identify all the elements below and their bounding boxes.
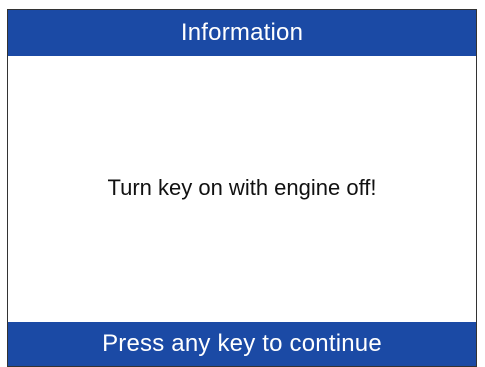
info-message: Turn key on with engine off! bbox=[107, 175, 377, 200]
continue-prompt: Press any key to continue bbox=[102, 330, 382, 357]
title-bar: Information bbox=[8, 10, 476, 56]
dialog-title: Information bbox=[180, 19, 304, 46]
continue-prompt-bar[interactable]: Press any key to continue bbox=[8, 322, 476, 366]
message-area: Turn key on with engine off! bbox=[8, 56, 476, 320]
info-dialog: Information Turn key on with engine off!… bbox=[7, 9, 477, 367]
